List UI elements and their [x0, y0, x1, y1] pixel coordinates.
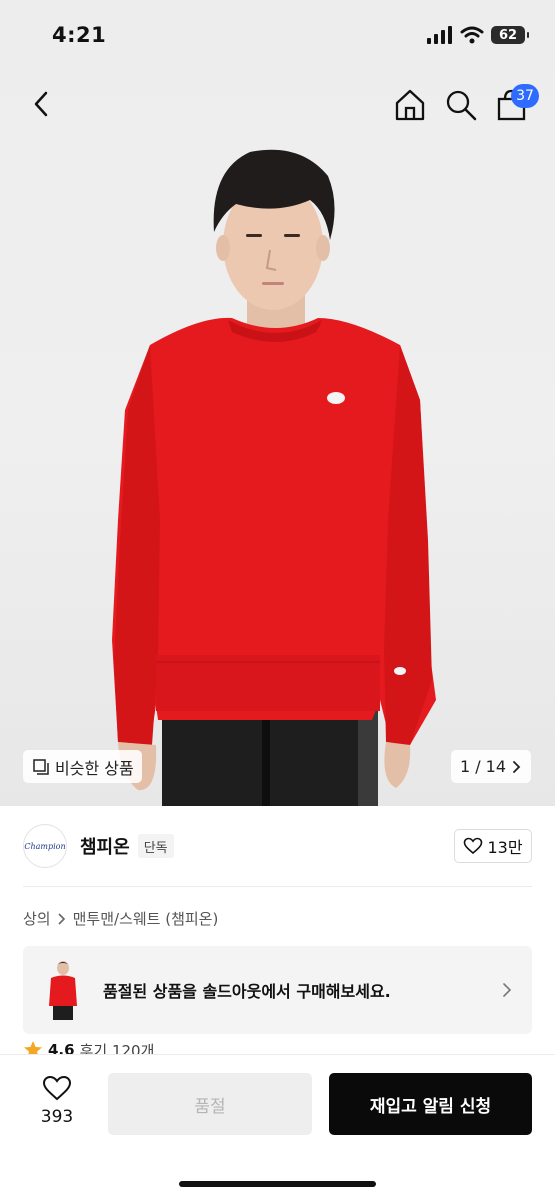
signal-icon — [427, 26, 452, 44]
copy-icon — [33, 758, 49, 775]
search-button[interactable] — [443, 87, 479, 123]
status-time: 4:21 — [52, 23, 107, 47]
heart-icon — [42, 1075, 72, 1101]
battery-icon: 62 — [491, 26, 529, 44]
chevron-left-icon — [34, 91, 48, 117]
chevron-right-icon — [513, 760, 521, 773]
wishlist-button[interactable]: 393 — [30, 1075, 84, 1127]
back-button[interactable] — [26, 87, 56, 121]
similar-products-button[interactable]: 비슷한 상품 — [23, 750, 142, 783]
breadcrumb-category[interactable]: 상의 — [23, 908, 51, 929]
breadcrumb: 상의 맨투맨/스웨트 (챔피온) — [23, 908, 218, 929]
exclusive-tag: 단독 — [137, 834, 174, 858]
heart-icon — [464, 837, 483, 855]
brand-logo[interactable]: Champion — [23, 824, 67, 868]
home-button[interactable] — [392, 87, 428, 123]
brand-row: Champion 챔피온 단독 13만 — [0, 806, 555, 886]
bottom-action-bar: 393 품절 재입고 알림 신청 — [0, 1054, 555, 1200]
brand-like-count: 13만 — [487, 838, 523, 857]
home-indicator — [179, 1181, 376, 1187]
chevron-right-icon — [58, 912, 65, 925]
wishlist-count: 393 — [40, 1107, 74, 1127]
soldout-button: 품절 — [108, 1073, 312, 1135]
chevron-right-icon — [503, 983, 512, 997]
breadcrumb-subcategory[interactable]: 맨투맨/스웨트 (챔피온) — [73, 908, 219, 929]
soldout-banner[interactable]: 품절된 상품을 솔드아웃에서 구매해보세요. — [23, 946, 532, 1034]
brand-name[interactable]: 챔피온 — [80, 833, 130, 859]
home-icon — [395, 89, 425, 121]
battery-level: 62 — [498, 27, 518, 43]
cart-count-badge: 37 — [511, 84, 539, 108]
wifi-icon — [460, 26, 484, 44]
restock-alert-button[interactable]: 재입고 알림 신청 — [329, 1073, 532, 1135]
soldout-banner-text: 품절된 상품을 솔드아웃에서 구매해보세요. — [103, 982, 391, 1001]
search-icon — [446, 90, 477, 121]
divider — [23, 886, 532, 887]
status-icons: 62 — [427, 26, 529, 44]
status-bar: 4:21 62 — [0, 0, 555, 70]
similar-products-label: 비슷한 상품 — [55, 758, 134, 778]
product-thumbnail — [39, 958, 87, 1022]
pager-text: 1 / 14 — [459, 757, 507, 776]
image-pager[interactable]: 1 / 14 — [451, 750, 531, 783]
top-nav — [0, 70, 555, 140]
brand-like-button[interactable]: 13만 — [454, 829, 532, 863]
brand-logo-text: Champion — [24, 841, 66, 851]
